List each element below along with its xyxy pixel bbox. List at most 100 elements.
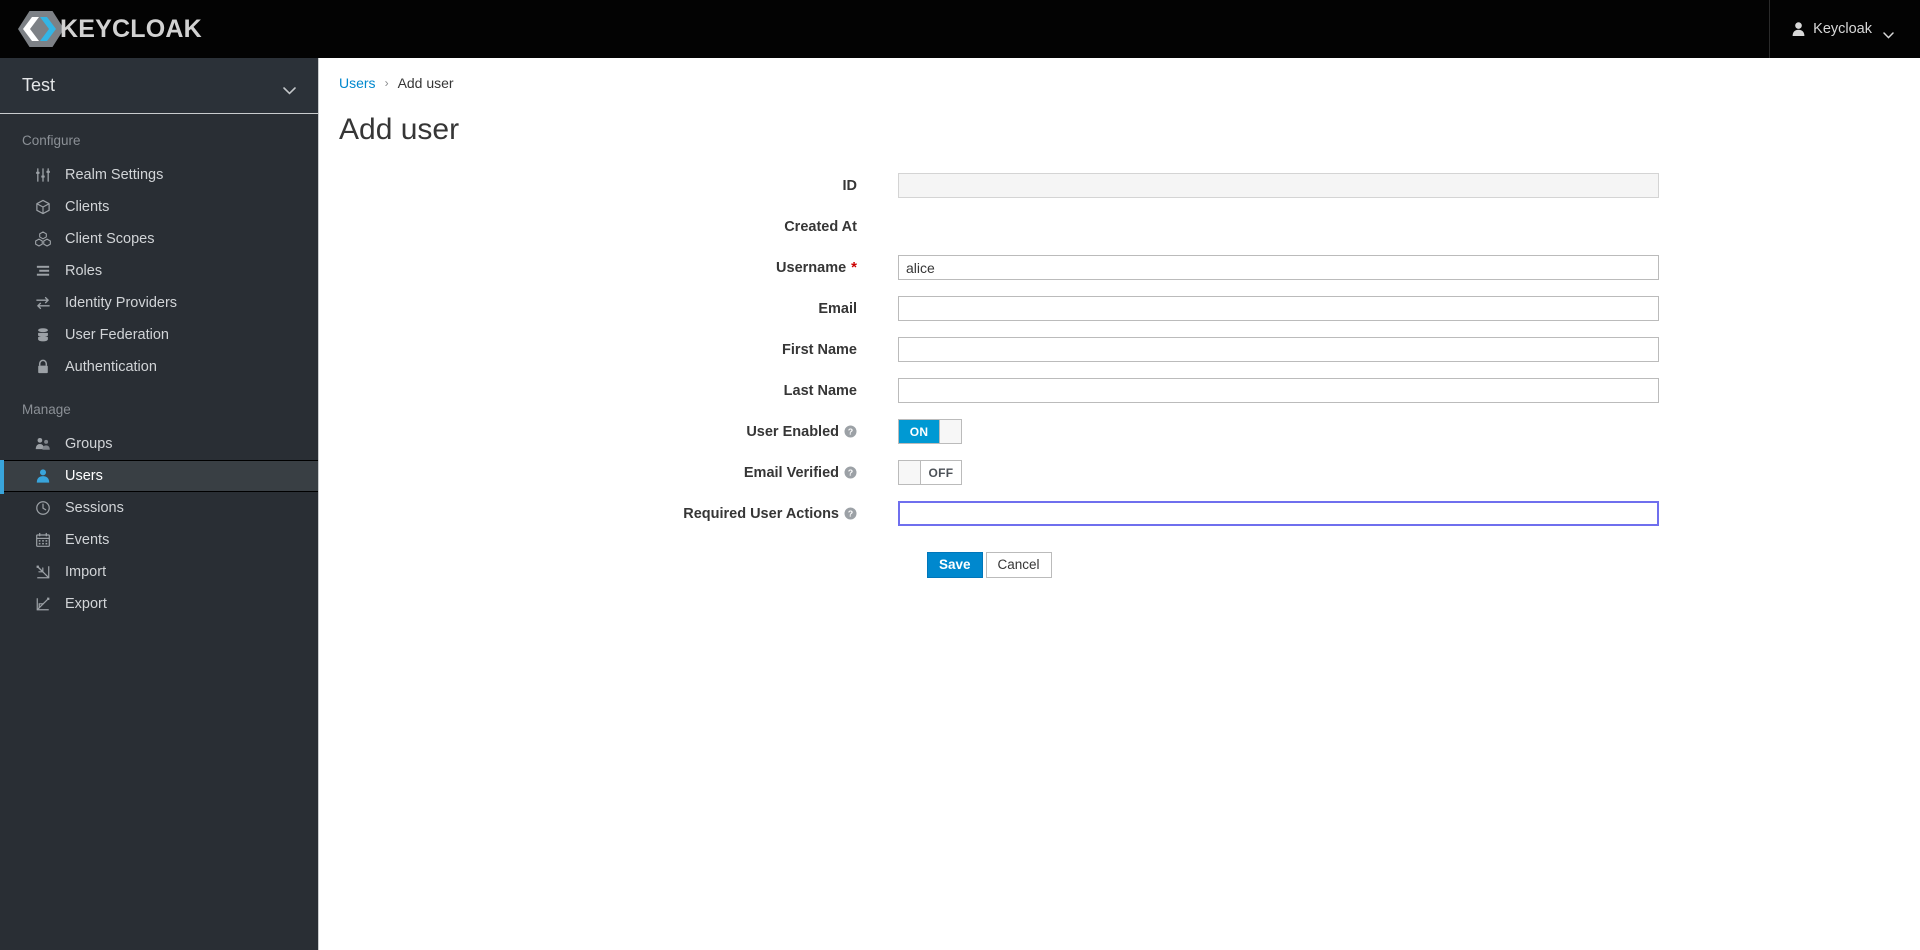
import-arrow-icon [34,564,51,581]
breadcrumb-separator-icon: › [384,76,389,90]
sidebar-item-label: Groups [65,435,113,452]
user-avatar-icon [1792,22,1805,36]
sidebar-item-user-federation[interactable]: User Federation [0,319,318,351]
database-icon [34,327,51,344]
form-row-user-enabled: User Enabled ? ON [320,419,1920,444]
sidebar-item-label: Events [65,531,110,548]
cancel-button[interactable]: Cancel [985,552,1052,578]
email-verified-toggle[interactable]: OFF [898,460,962,485]
sidebar-item-label: User Federation [65,326,169,343]
first-name-input[interactable] [898,337,1659,362]
field-label: Created At [320,219,898,235]
id-input [898,173,1659,198]
label-text: Email Verified [743,464,839,481]
field-label: First Name [320,342,898,358]
field-label: User Enabled ? [320,424,898,440]
page-title: Add user [339,113,460,146]
sidebar-item-users[interactable]: Users [0,460,318,494]
form-row-id: ID [320,173,1920,198]
svg-text:?: ? [848,509,853,519]
toggle-on-label: ON [899,420,939,443]
help-circle-icon[interactable]: ? [844,466,857,479]
chevron-down-icon [1883,26,1894,39]
sidebar-item-identity-providers[interactable]: Identity Providers [0,287,318,319]
label-text: Last Name [783,382,857,399]
sidebar: Test Configure Realm Settings Clients Cl… [0,58,319,950]
sidebar-item-label: Import [65,563,107,580]
keycloak-hexagon-logo-icon [18,9,64,49]
field-label: Username * [320,260,898,276]
sidebar-item-client-scopes[interactable]: Client Scopes [0,223,318,255]
sidebar-item-label: Identity Providers [65,294,178,311]
form-row-required-user-actions: Required User Actions ? [320,501,1920,526]
field-label: Required User Actions ? [320,506,898,522]
sidebar-item-realm-settings[interactable]: Realm Settings [0,159,318,191]
user-menu-label: Keycloak [1813,21,1872,37]
svg-text:?: ? [848,427,853,437]
username-input[interactable] [898,255,1659,280]
label-text: Created At [784,218,857,235]
sidebar-item-roles[interactable]: Roles [0,255,318,287]
toggle-knob [899,461,921,484]
field-label: Email [320,301,898,317]
sidebar-item-label: Roles [65,262,103,279]
add-user-form: ID Created At Username * Email [320,173,1920,578]
label-text: Username [776,259,847,276]
realm-selector[interactable]: Test [0,58,318,114]
clock-icon [34,500,51,517]
label-text: User Enabled [746,423,839,440]
brand-logo-link[interactable]: KEYCLOAK [18,0,202,58]
sidebar-item-label: Users [65,467,103,484]
form-row-created-at: Created At [320,214,1920,239]
breadcrumb: Users › Add user [320,58,1920,91]
sidebar-item-groups[interactable]: Groups [0,428,318,460]
sidebar-item-label: Sessions [65,499,124,516]
form-row-last-name: Last Name [320,378,1920,403]
label-text: ID [842,177,858,194]
form-actions: Save Cancel [320,552,1920,578]
label-text: Required User Actions [683,505,839,522]
form-row-email: Email [320,296,1920,321]
list-lines-icon [34,263,51,280]
sidebar-item-clients[interactable]: Clients [0,191,318,223]
field-label: ID [320,178,898,194]
breadcrumb-users-link[interactable]: Users [339,75,376,91]
user-enabled-toggle[interactable]: ON [898,419,962,444]
sidebar-item-label: Realm Settings [65,166,164,183]
brand-name: KEYCLOAK [60,14,202,43]
sidebar-item-export[interactable]: Export [0,588,318,620]
sidebar-section-configure: Configure [22,133,81,148]
label-text: First Name [782,341,857,358]
sidebar-item-import[interactable]: Import [0,556,318,588]
export-arrow-icon [34,596,51,613]
sliders-icon [34,167,51,184]
user-menu[interactable]: Keycloak [1769,0,1920,58]
users-group-icon [34,436,51,453]
toggle-knob [939,420,961,443]
required-user-actions-input[interactable] [898,501,1659,526]
exchange-arrows-icon [34,295,51,312]
email-input[interactable] [898,296,1659,321]
svg-text:?: ? [848,468,853,478]
sidebar-section-manage: Manage [22,402,71,417]
sidebar-item-sessions[interactable]: Sessions [0,492,318,524]
help-circle-icon[interactable]: ? [844,507,857,520]
save-button[interactable]: Save [927,552,983,578]
calendar-icon [34,532,51,549]
cubes-icon [34,231,51,248]
realm-name: Test [22,75,56,95]
form-row-username: Username * [320,255,1920,280]
field-label: Last Name [320,383,898,399]
last-name-input[interactable] [898,378,1659,403]
form-row-first-name: First Name [320,337,1920,362]
sidebar-item-label: Authentication [65,358,157,375]
sidebar-item-authentication[interactable]: Authentication [0,351,318,383]
breadcrumb-current: Add user [397,75,454,91]
sidebar-item-label: Export [65,595,107,612]
sidebar-item-events[interactable]: Events [0,524,318,556]
chevron-down-icon [283,82,296,95]
sidebar-item-label: Client Scopes [65,230,155,247]
lock-icon [34,359,51,376]
field-label: Email Verified ? [320,465,898,481]
help-circle-icon[interactable]: ? [844,425,857,438]
